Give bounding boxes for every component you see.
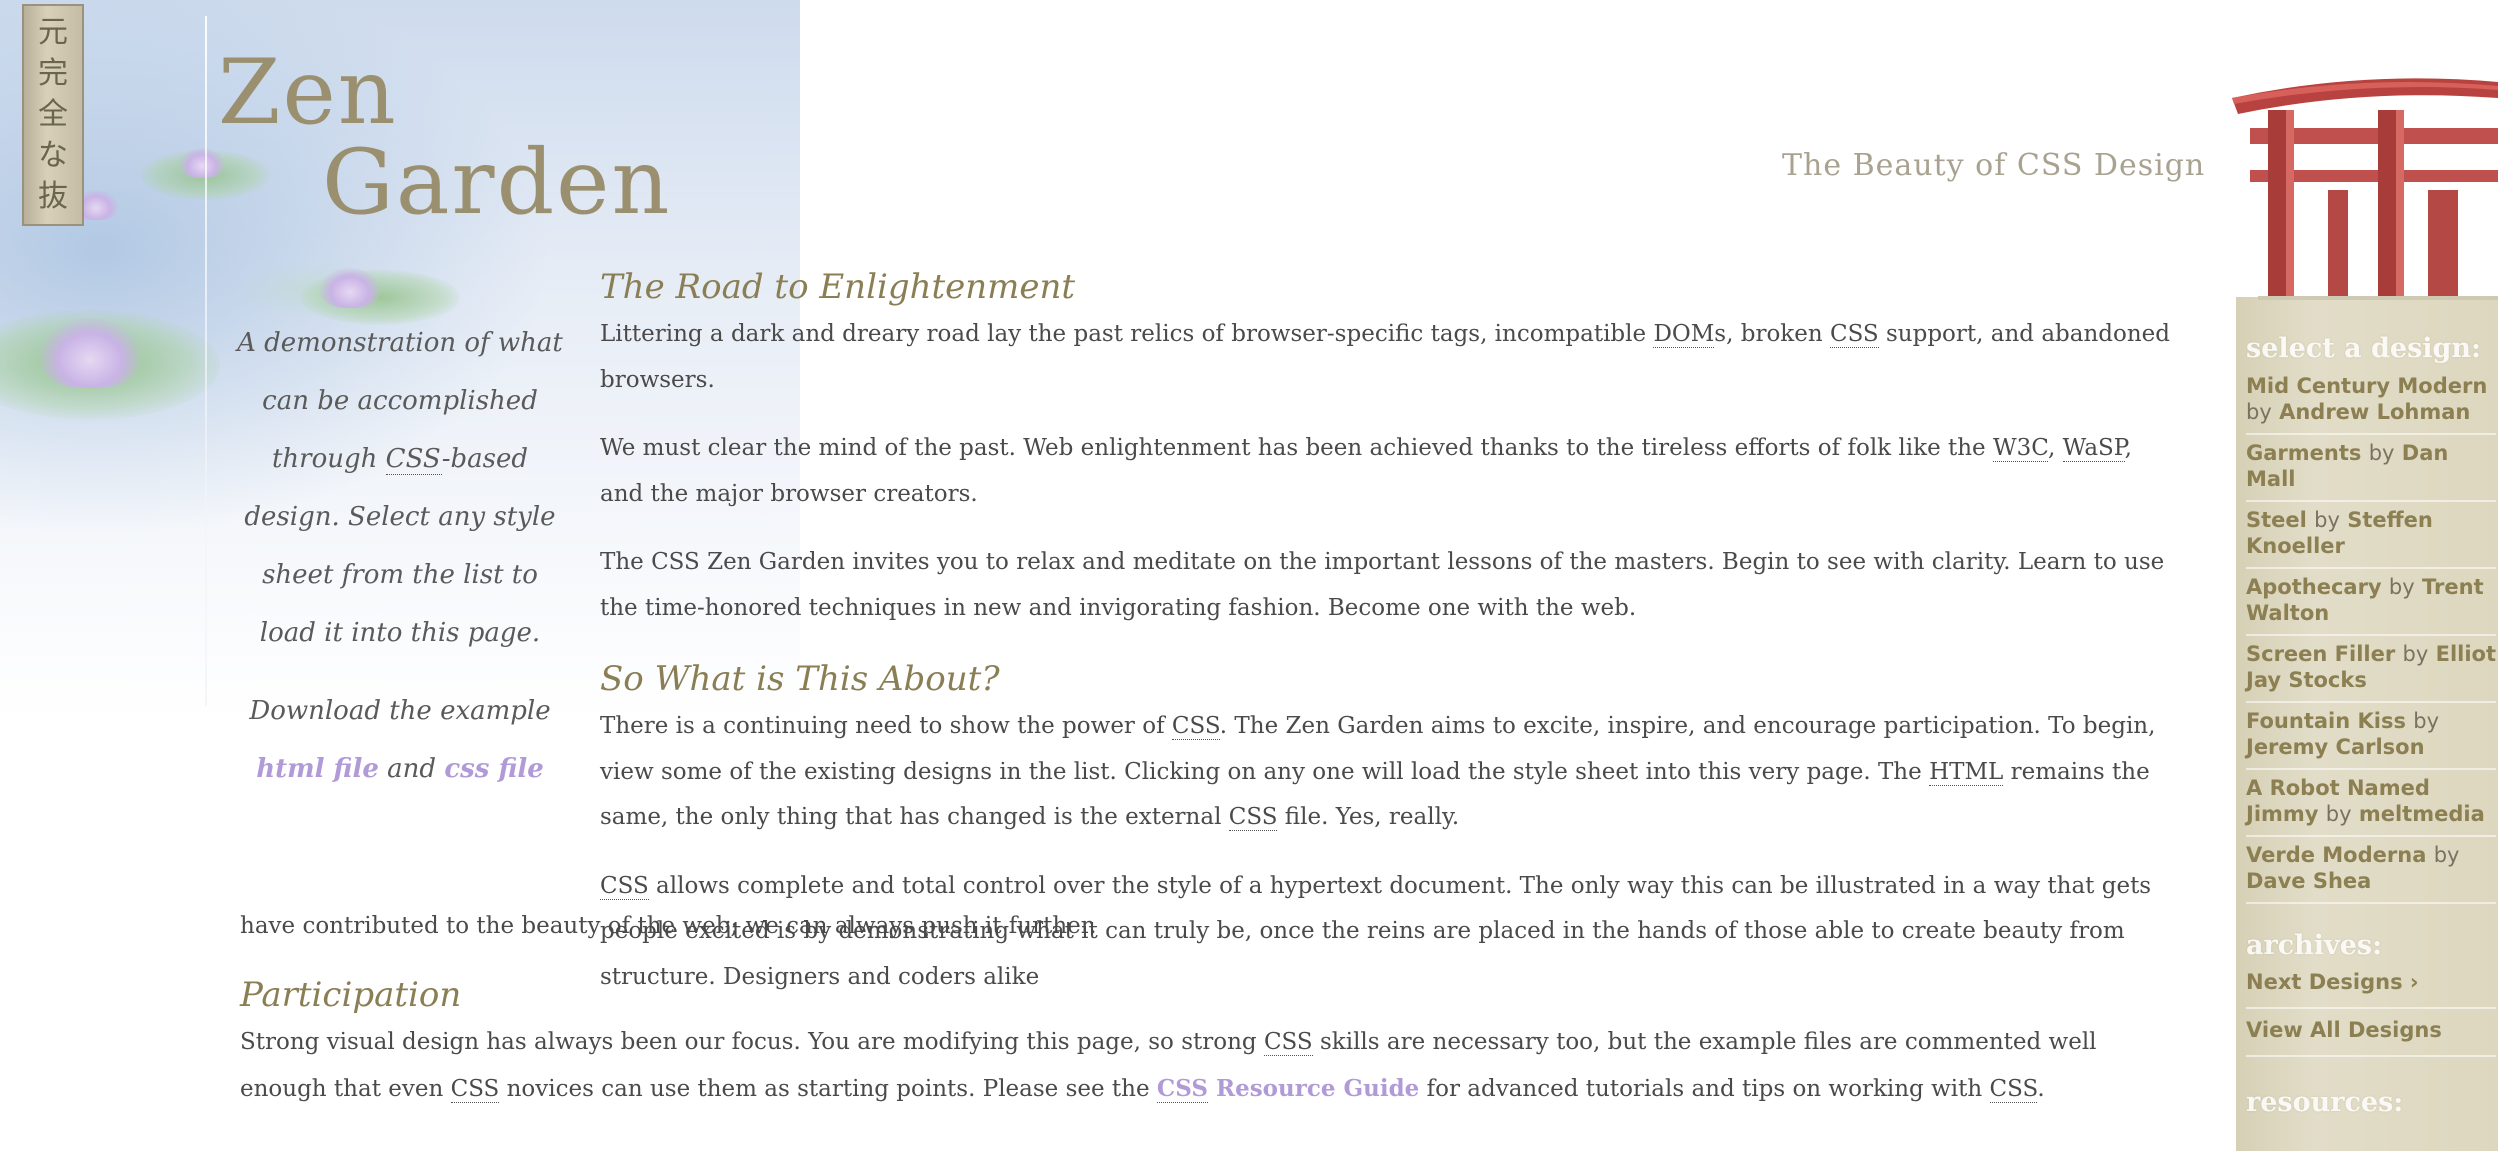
design-by: by bbox=[2433, 843, 2460, 867]
section-title-participation: Participation bbox=[240, 975, 462, 1015]
css-resource-guide-link[interactable]: CSS Resource Guide bbox=[1156, 1074, 1420, 1103]
abbr-html: HTML bbox=[1929, 758, 2004, 786]
design-list: Mid Century Modern by Andrew Lohman Garm… bbox=[2236, 368, 2498, 904]
design-author[interactable]: meltmedia bbox=[2359, 802, 2485, 826]
design-by: by bbox=[2413, 709, 2440, 733]
para-text: s, broken bbox=[1714, 321, 1830, 347]
abbr-css: CSS bbox=[385, 444, 442, 475]
lotus-flower bbox=[40, 318, 140, 388]
download-label: Download the example bbox=[249, 696, 551, 726]
road-paragraph-2: We must clear the mind of the past. Web … bbox=[600, 426, 2178, 517]
design-author[interactable]: Jeremy Carlson bbox=[2246, 735, 2425, 759]
design-by: by bbox=[2325, 802, 2352, 826]
intro-summary: A demonstration of what can be accomplis… bbox=[232, 314, 568, 798]
abbr-css: CSS bbox=[1829, 321, 1879, 348]
design-by: by bbox=[2246, 400, 2272, 424]
section-title-road: The Road to Enlightenment bbox=[600, 267, 1076, 307]
abbr-dom: DOM bbox=[1653, 321, 1715, 348]
html-file-link[interactable]: html file bbox=[256, 754, 379, 784]
design-name[interactable]: Apothecary bbox=[2246, 575, 2382, 599]
kanji-char: な bbox=[38, 138, 68, 174]
archives-heading: archives: bbox=[2246, 930, 2383, 961]
design-name[interactable]: Screen Filler bbox=[2246, 642, 2395, 666]
design-item[interactable]: Apothecary by Trent Walton bbox=[2246, 569, 2496, 636]
design-name[interactable]: Verde Moderna bbox=[2246, 843, 2426, 867]
abbr-css: CSS bbox=[1156, 1074, 1208, 1103]
site-logo: Zen Garden bbox=[218, 48, 671, 228]
abbr-css: CSS bbox=[1989, 1075, 2038, 1103]
link-text: Resource Guide bbox=[1207, 1074, 1420, 1102]
design-by: by bbox=[2388, 575, 2415, 599]
road-paragraph-3: The CSS Zen Garden invites you to relax … bbox=[600, 549, 2165, 621]
resources-heading: resources: bbox=[2246, 1087, 2404, 1118]
download-example: Download the example html file and css f… bbox=[232, 682, 568, 798]
main-content: The Road to Enlightenment Littering a da… bbox=[600, 262, 2178, 1000]
participation-section: Participation Strong visual design has a… bbox=[240, 970, 2178, 1135]
para-text: Littering a dark and dreary road lay the… bbox=[600, 321, 1654, 347]
design-by: by bbox=[2314, 508, 2340, 532]
para-text: for advanced tutorials and tips on worki… bbox=[1419, 1075, 1990, 1102]
design-name[interactable]: Steel bbox=[2246, 508, 2307, 532]
para-text: There is a continuing need to show the p… bbox=[600, 713, 1172, 739]
logo-line-zen: Zen bbox=[218, 40, 398, 145]
design-item[interactable]: Steel by Steffen Knoeller bbox=[2246, 502, 2496, 569]
kanji-char: 元 bbox=[38, 14, 68, 50]
abbr-css: CSS bbox=[1263, 1029, 1313, 1056]
participation-paragraph-1: Strong visual design has always been our… bbox=[240, 1020, 2178, 1112]
para-text: We must clear the mind of the past. Web … bbox=[600, 435, 1993, 461]
abbr-css: CSS bbox=[450, 1075, 500, 1103]
kanji-char: 抜 bbox=[38, 179, 68, 215]
design-by: by bbox=[2402, 642, 2429, 666]
kanji-scroll: 元 完 全 な 抜 bbox=[22, 4, 84, 226]
select-design-heading: select a design: bbox=[2246, 333, 2482, 364]
kanji-char: 完 bbox=[38, 55, 68, 91]
design-item[interactable]: Screen Filler by Elliot Jay Stocks bbox=[2246, 636, 2496, 703]
and-text: and bbox=[387, 754, 437, 784]
road-paragraph-1: Littering a dark and dreary road lay the… bbox=[600, 312, 2178, 403]
design-item[interactable]: Mid Century Modern by Andrew Lohman bbox=[2246, 368, 2496, 435]
abbr-css: CSS bbox=[1228, 804, 1278, 831]
design-name[interactable]: Garments bbox=[2246, 441, 2361, 465]
about-paragraph-2-continued: have contributed to the beauty of the we… bbox=[240, 913, 1097, 939]
abbr-wasp: WaSP bbox=[2062, 435, 2125, 462]
design-item[interactable]: Fountain Kiss by Jeremy Carlson bbox=[2246, 703, 2496, 770]
kanji-char: 全 bbox=[38, 96, 68, 132]
para-text: Strong visual design has always been our… bbox=[240, 1029, 1264, 1055]
view-all-designs-link[interactable]: View All Designs bbox=[2246, 1009, 2496, 1057]
lotus-flower bbox=[320, 268, 380, 308]
design-item[interactable]: Garments by Dan Mall bbox=[2246, 435, 2496, 502]
design-item[interactable]: Verde Moderna by Dave Shea bbox=[2246, 837, 2496, 904]
css-file-link[interactable]: css file bbox=[444, 754, 543, 784]
section-title-about: So What is This About? bbox=[600, 659, 1000, 699]
intro-text: A demonstration of what can be accomplis… bbox=[232, 314, 568, 662]
design-author[interactable]: Dave Shea bbox=[2246, 869, 2371, 893]
abbr-w3c: W3C bbox=[1992, 435, 2049, 462]
frame-divider bbox=[205, 16, 207, 706]
site-tagline: The Beauty of CSS Design bbox=[1782, 148, 2206, 183]
logo-line-garden: Garden bbox=[322, 130, 672, 235]
torii-gate-icon bbox=[2232, 78, 2498, 300]
abbr-css: CSS bbox=[1171, 713, 1220, 740]
next-designs-link[interactable]: Next Designs › bbox=[2246, 961, 2496, 1009]
design-name[interactable]: Fountain Kiss bbox=[2246, 709, 2406, 733]
abbr-css: CSS bbox=[600, 872, 649, 900]
archives-list: Next Designs › View All Designs bbox=[2236, 961, 2498, 1057]
para-text: , bbox=[2048, 435, 2063, 461]
design-by: by bbox=[2368, 441, 2395, 465]
design-sidebar: select a design: Mid Century Modern by A… bbox=[2236, 297, 2498, 1151]
para-text: file. Yes, really. bbox=[1277, 804, 1460, 830]
design-item[interactable]: A Robot Named Jimmy by meltmedia bbox=[2246, 770, 2496, 837]
design-author[interactable]: Andrew Lohman bbox=[2279, 400, 2470, 424]
para-text: . bbox=[2037, 1075, 2045, 1102]
para-text: novices can use them as starting points.… bbox=[499, 1075, 1157, 1102]
about-paragraph-1: There is a continuing need to show the p… bbox=[600, 704, 2178, 841]
design-name[interactable]: Mid Century Modern bbox=[2246, 374, 2487, 398]
